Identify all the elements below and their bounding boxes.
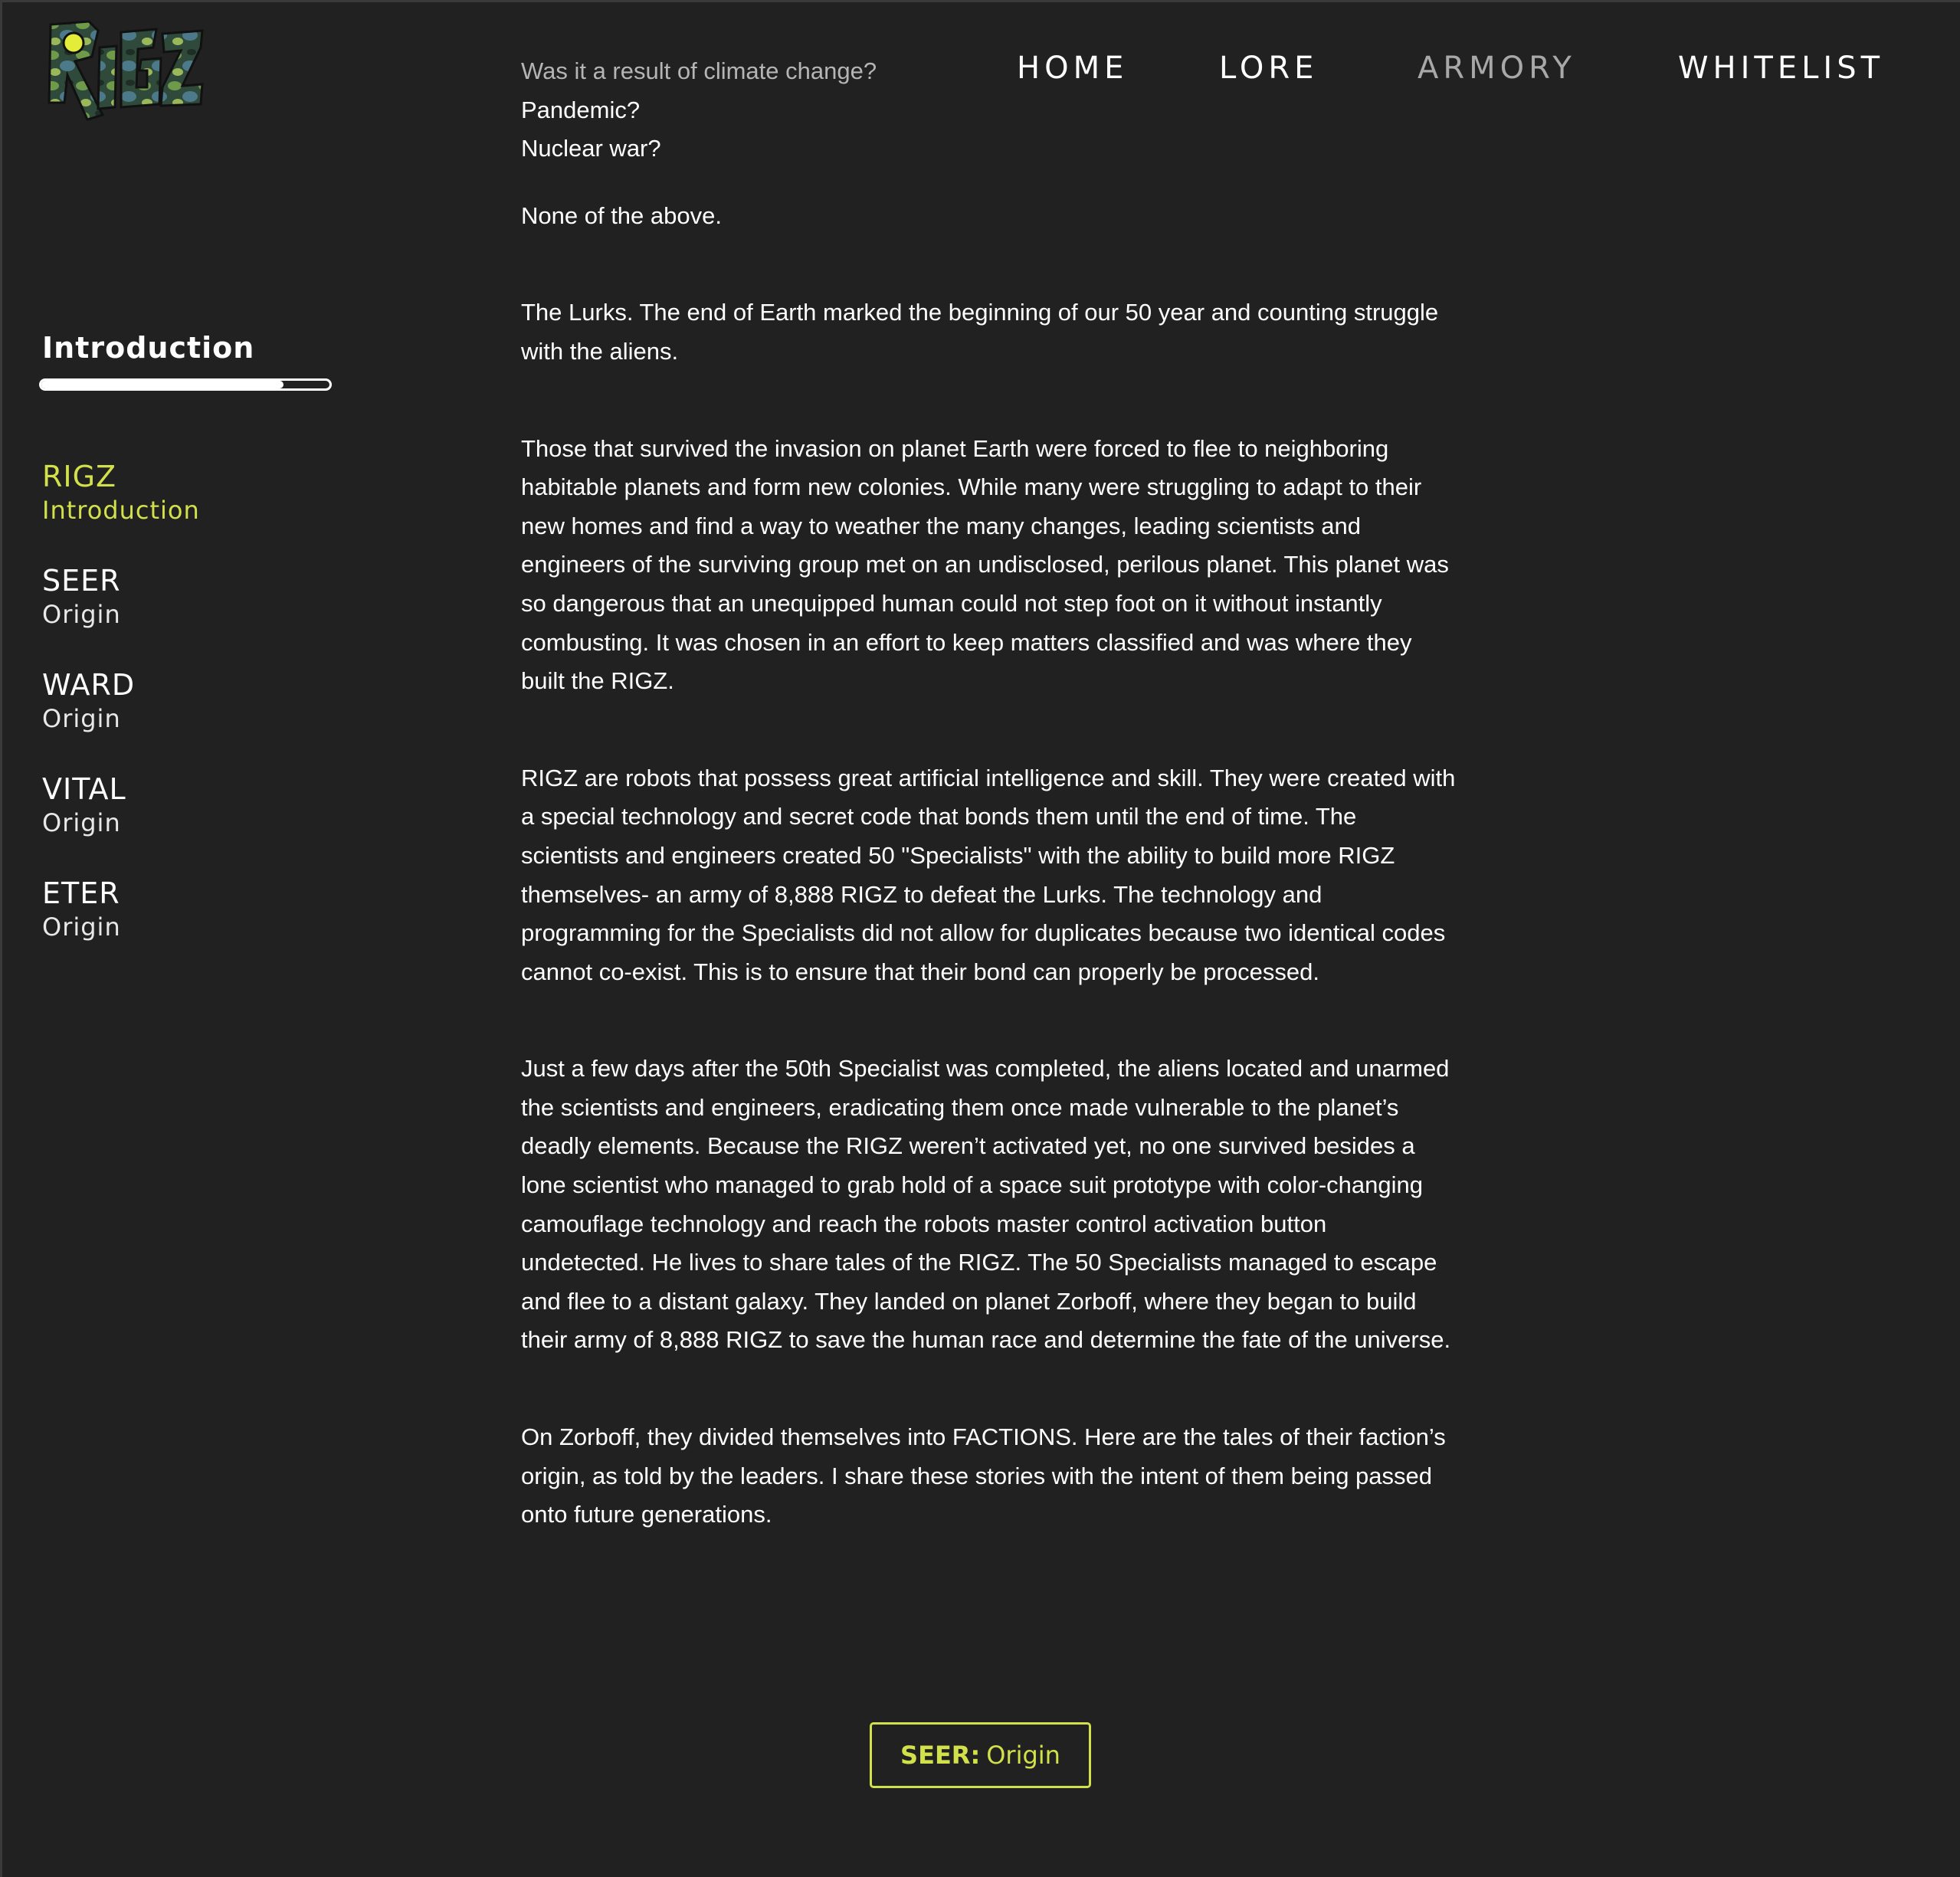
chapter-subtitle: Introduction [42, 496, 200, 525]
lore-paragraph: Just a few days after the 50th Specialis… [521, 1055, 1451, 1354]
chapter-subtitle: Origin [42, 808, 121, 837]
next-chapter-button[interactable]: SEER: Origin [870, 1722, 1091, 1788]
chapter-subtitle: Origin [42, 600, 121, 629]
intro-question: Nuclear war? [521, 135, 661, 162]
intro-question: Was it a result of climate change? [521, 57, 877, 84]
nav-whitelist[interactable]: WHITELIST [1678, 51, 1884, 86]
chapter-title: RIGZ [42, 460, 117, 493]
reading-progress-bar [39, 378, 332, 391]
intro-question: Pandemic? [521, 96, 641, 123]
chapter-title: VITAL [42, 772, 126, 806]
lore-content: Was it a result of climate change? Pande… [521, 52, 1456, 1535]
window-border-left [0, 0, 2, 1877]
chapter-item-seer[interactable]: SEER Origin [42, 562, 200, 667]
sidebar-heading: Introduction [42, 331, 255, 365]
lore-paragraph: RIGZ are robots that possess great artif… [521, 764, 1456, 985]
chapter-subtitle: Origin [42, 704, 121, 733]
intro-answer: None of the above. [521, 201, 722, 229]
chapter-item-vital[interactable]: VITAL Origin [42, 771, 200, 875]
chapter-title: ETER [42, 876, 120, 910]
next-chapter-label: Origin [986, 1741, 1060, 1770]
lore-paragraph: On Zorboff, they divided themselves into… [521, 1423, 1446, 1528]
chapter-subtitle: Origin [42, 912, 121, 942]
reading-progress-fill [41, 381, 284, 388]
chapter-item-eter[interactable]: ETER Origin [42, 875, 200, 979]
rigz-logo[interactable] [44, 17, 205, 124]
chapter-list: RIGZ Introduction SEER Origin WARD Origi… [42, 458, 200, 979]
chapter-title: WARD [42, 668, 136, 702]
chapter-item-rigz[interactable]: RIGZ Introduction [42, 458, 200, 562]
chapter-title: SEER [42, 564, 121, 598]
next-chapter-faction: SEER: [900, 1741, 981, 1770]
window-border-top [0, 0, 1960, 2]
lore-paragraph: The Lurks. The end of Earth marked the b… [521, 299, 1439, 365]
lore-paragraph: Those that survived the invasion on plan… [521, 434, 1449, 695]
chapter-item-ward[interactable]: WARD Origin [42, 667, 200, 771]
